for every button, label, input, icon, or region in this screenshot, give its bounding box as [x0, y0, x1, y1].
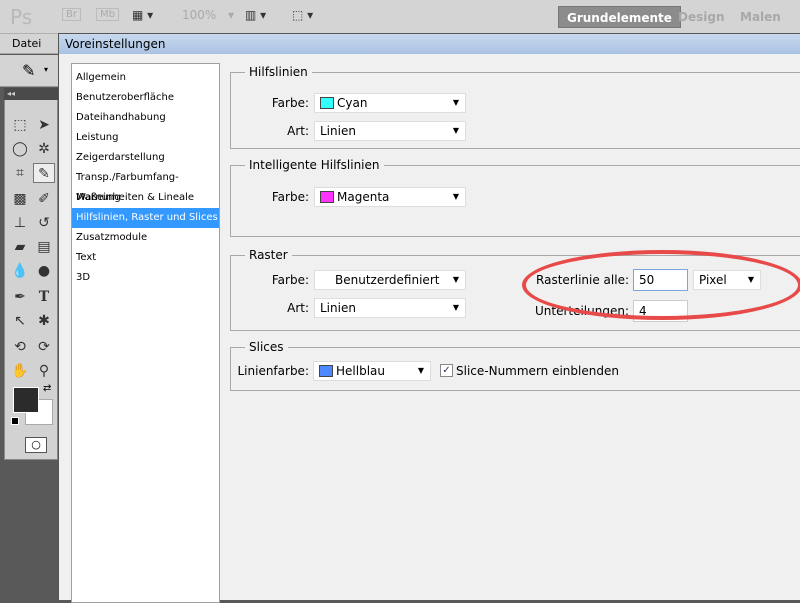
hand-tool-icon[interactable]: ✋: [9, 361, 31, 381]
hilfslinien-farbe-value: Cyan: [337, 96, 368, 110]
nav-allgemein[interactable]: Allgemein: [72, 68, 219, 88]
workspace-design[interactable]: Design: [670, 6, 733, 28]
3d-orbit-icon[interactable]: ⟳: [33, 337, 55, 357]
default-colors-icon[interactable]: [11, 417, 19, 425]
path-selection-icon[interactable]: ↖: [9, 311, 31, 331]
eyedropper-tool-icon[interactable]: ✎: [33, 163, 55, 183]
raster-farbe-select[interactable]: Benutzerdefiniert ▼: [314, 270, 466, 290]
nav-masseinheiten[interactable]: Maßeinheiten & Lineale: [72, 188, 219, 208]
workspace-malen[interactable]: Malen: [732, 6, 789, 28]
nav-leistung[interactable]: Leistung: [72, 128, 219, 148]
chevron-down-icon: ▼: [452, 192, 459, 201]
bridge-button[interactable]: Br: [62, 8, 81, 21]
zoom-tool-icon[interactable]: ⚲: [33, 361, 55, 381]
move-tool-icon[interactable]: ➤: [33, 115, 55, 135]
chevron-down-icon: ▼: [452, 275, 459, 284]
3d-rotate-icon[interactable]: ⟲: [9, 337, 31, 357]
smart-guides-title: Intelligente Hilfslinien: [245, 158, 384, 172]
chevron-down-icon: ▼: [452, 98, 459, 107]
raster-art-value: Linien: [320, 301, 356, 315]
chevron-down-icon[interactable]: ▾: [44, 65, 48, 74]
preferences-dialog: Voreinstellungen Allgemein Benutzeroberf…: [58, 33, 800, 603]
lasso-tool-icon[interactable]: ◯: [9, 139, 31, 159]
smart-farbe-value: Magenta: [337, 190, 390, 204]
menu-datei[interactable]: Datei: [0, 34, 58, 54]
smart-farbe-select[interactable]: Magenta ▼: [314, 187, 466, 207]
raster-art-select[interactable]: Linien ▼: [314, 298, 466, 318]
blur-tool-icon[interactable]: 💧: [9, 261, 31, 281]
magenta-swatch: [320, 191, 334, 203]
raster-farbe-label: Farbe:: [271, 273, 309, 287]
foreground-color-swatch[interactable]: [13, 387, 39, 413]
highlight-ellipse: [522, 250, 800, 320]
nav-dateihandhabung[interactable]: Dateihandhabung: [72, 108, 219, 128]
gradient-tool-icon[interactable]: ▤: [33, 237, 55, 257]
linienfarbe-value: Hellblau: [336, 364, 385, 378]
chevron-down-icon: ▼: [417, 366, 424, 375]
hilfslinien-art-value: Linien: [320, 124, 356, 138]
workspace-grundelemente[interactable]: Grundelemente: [558, 6, 681, 28]
nav-benutzeroberflaeche[interactable]: Benutzeroberfläche: [72, 88, 219, 108]
crop-tool-icon[interactable]: ⌗: [9, 163, 31, 183]
application-bar: Ps Br Mb ▦ ▾ 100% ▾ ▥ ▾ ⬚ ▾ Grundelement…: [0, 0, 800, 34]
stamp-tool-icon[interactable]: ⊥: [9, 213, 31, 233]
type-tool-icon[interactable]: T: [33, 287, 55, 307]
marquee-tool-icon[interactable]: ⬚: [9, 115, 31, 135]
magic-wand-icon[interactable]: ✲: [33, 139, 55, 159]
cyan-swatch: [320, 97, 334, 109]
quick-mask-icon[interactable]: ○: [25, 437, 47, 453]
swap-colors-icon[interactable]: ⇄: [43, 383, 51, 394]
slice-nummern-checkbox[interactable]: ✓: [440, 364, 453, 377]
shape-tool-icon[interactable]: ✱: [33, 311, 55, 331]
raster-farbe-value: Benutzerdefiniert: [335, 273, 440, 287]
minibridge-button[interactable]: Mb: [96, 8, 119, 21]
nav-zusatzmodule[interactable]: Zusatzmodule: [72, 228, 219, 248]
raster-title: Raster: [245, 248, 292, 262]
raster-art-label: Art:: [287, 301, 309, 315]
hilfslinien-art-label: Art:: [287, 124, 309, 138]
nav-3d[interactable]: 3D: [72, 268, 219, 288]
collapse-toolbox-icon[interactable]: ◂◂: [4, 88, 58, 100]
zoom-level[interactable]: 100%: [182, 8, 216, 22]
hilfslinien-farbe-select[interactable]: Cyan ▼: [314, 93, 466, 113]
nav-zeigerdarstellung[interactable]: Zeigerdarstellung: [72, 148, 219, 168]
eyedropper-icon[interactable]: ✎: [22, 61, 35, 80]
screen-mode-button[interactable]: ⬚ ▾: [292, 8, 313, 22]
hilfslinien-farbe-label: Farbe:: [271, 96, 309, 110]
slice-nummern-label[interactable]: Slice-Nummern einblenden: [456, 361, 619, 381]
nav-hilfslinien-raster-slices[interactable]: Hilfslinien, Raster und Slices: [72, 208, 219, 228]
chevron-down-icon: ▼: [452, 126, 459, 135]
healing-brush-icon[interactable]: ▩: [9, 189, 31, 209]
options-bar: ✎ ▾: [0, 55, 58, 87]
smart-farbe-label: Farbe:: [271, 190, 309, 204]
ps-logo: Ps: [10, 5, 33, 29]
history-brush-icon[interactable]: ↺: [33, 213, 55, 233]
slices-title: Slices: [245, 340, 288, 354]
dodge-tool-icon[interactable]: ●: [33, 261, 55, 281]
nav-text[interactable]: Text: [72, 248, 219, 268]
linienfarbe-label: Linienfarbe:: [237, 364, 309, 378]
hellblau-swatch: [319, 365, 333, 377]
brush-tool-icon[interactable]: ✐: [33, 189, 55, 209]
zoom-dropdown-icon[interactable]: ▾: [228, 8, 234, 22]
dialog-title: Voreinstellungen: [59, 34, 800, 54]
linienfarbe-select[interactable]: Hellblau ▼: [313, 361, 431, 381]
arrange-documents-button[interactable]: ▥ ▾: [245, 8, 266, 22]
toolbox: ⬚ ➤ ◯ ✲ ⌗ ✎ ▩ ✐ ⊥ ↺ ▰ ▤ 💧 ● ✒ T ↖ ✱ ⟲ ⟳ …: [4, 88, 58, 460]
pen-tool-icon[interactable]: ✒: [9, 287, 31, 307]
chevron-down-icon: ▼: [452, 303, 459, 312]
nav-transparenz[interactable]: Transp./Farbumfang-Warnung: [72, 168, 219, 203]
preferences-nav: Allgemein Benutzeroberfläche Dateihandha…: [71, 63, 220, 603]
view-extras-button[interactable]: ▦ ▾: [132, 8, 153, 22]
hilfslinien-art-select[interactable]: Linien ▼: [314, 121, 466, 141]
hilfslinien-title: Hilfslinien: [245, 65, 312, 79]
eraser-tool-icon[interactable]: ▰: [9, 237, 31, 257]
